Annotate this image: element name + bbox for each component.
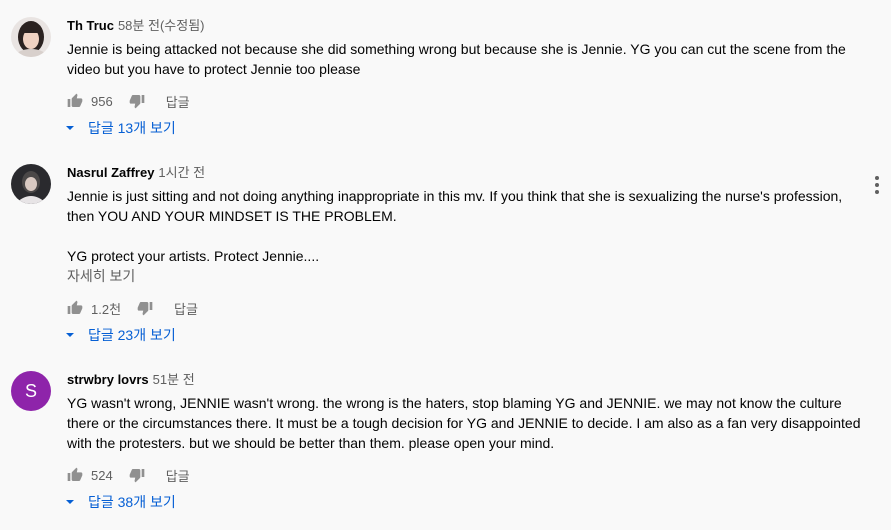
comment-actions: 956 답글 [67, 91, 190, 111]
caret-down-icon [63, 495, 77, 509]
comment-actions: 1.2천 답글 [67, 298, 198, 318]
reply-button[interactable]: 답글 [174, 299, 198, 318]
view-replies-button[interactable]: 답글 23개 보기 [63, 325, 176, 345]
thumb-up-icon[interactable] [67, 300, 83, 316]
thumb-down-icon[interactable] [129, 93, 145, 109]
caret-down-icon [63, 328, 77, 342]
avatar[interactable]: S [11, 371, 51, 411]
thumb-down-icon[interactable] [137, 300, 153, 316]
like-count: 524 [91, 467, 113, 483]
view-replies-label: 답글 13개 보기 [88, 120, 176, 136]
like-count: 956 [91, 93, 113, 109]
author-name[interactable]: strwbry lovrs [67, 372, 149, 387]
like-count: 1.2천 [91, 301, 122, 317]
read-more-button[interactable]: 자세히 보기 [67, 266, 861, 286]
comment-actions: 524 답글 [67, 465, 190, 485]
view-replies-button[interactable]: 답글 38개 보기 [63, 492, 176, 512]
avatar[interactable] [11, 164, 51, 204]
comment-time[interactable]: 1시간 전 [158, 165, 205, 180]
author-name[interactable]: Th Truc [67, 18, 114, 33]
comment-text: YG wasn't wrong, JENNIE wasn't wrong. th… [67, 395, 865, 451]
comment-header: strwbry lovrs 51분 전 [67, 371, 861, 389]
reply-button[interactable]: 답글 [166, 92, 190, 111]
more-vert-icon[interactable] [872, 175, 882, 195]
avatar[interactable] [11, 17, 51, 57]
author-name[interactable]: Nasrul Zaffrey [67, 165, 154, 180]
caret-down-icon [63, 121, 77, 135]
thumb-up-icon[interactable] [67, 93, 83, 109]
reply-button[interactable]: 답글 [166, 466, 190, 485]
comment-time[interactable]: 58분 전(수정됨) [118, 18, 205, 33]
thumb-up-icon[interactable] [67, 467, 83, 483]
thumb-down-icon[interactable] [129, 467, 145, 483]
view-replies-button[interactable]: 답글 13개 보기 [63, 118, 176, 138]
view-replies-label: 답글 23개 보기 [88, 327, 176, 343]
view-replies-label: 답글 38개 보기 [88, 494, 176, 510]
avatar-letter: S [24, 381, 37, 401]
comment-text: Jennie is just sitting and not doing any… [67, 188, 843, 264]
comment-text: Jennie is being attacked not because she… [67, 41, 850, 77]
comment-header: Nasrul Zaffrey 1시간 전 [67, 164, 861, 182]
comment-time[interactable]: 51분 전 [153, 372, 195, 387]
comment-header: Th Truc 58분 전(수정됨) [67, 17, 861, 35]
